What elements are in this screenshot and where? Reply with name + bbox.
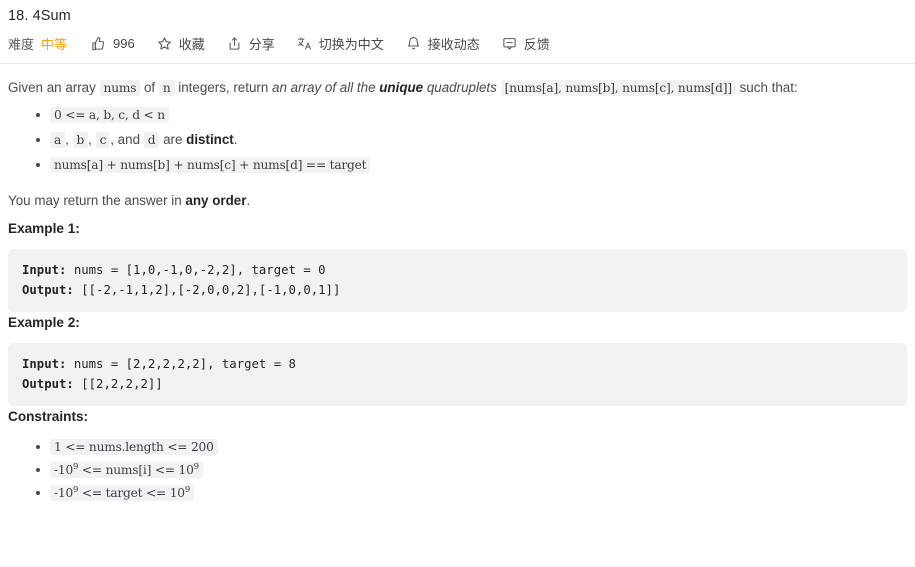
constraint-target-pre: -10 (54, 485, 74, 500)
sep-3: , and (110, 131, 144, 147)
list-item: -109 <= nums[i] <= 109 (36, 460, 907, 480)
desc-italic-1: an array of all the (272, 80, 380, 95)
example-2-output-value: [[2,2,2,2]] (73, 376, 163, 391)
sep-1: , (65, 131, 73, 147)
example-2-input-label: Input: (22, 356, 67, 371)
any-order-text-1: You may return the answer in (8, 192, 186, 208)
example-1-heading: Example 1: (8, 220, 80, 236)
any-order-text-2: . (246, 192, 251, 208)
translate-icon (297, 36, 312, 51)
bell-icon (406, 36, 421, 51)
condition-list: 0 <= a, b, c, d < n a, b, c, and d are d… (8, 105, 907, 175)
list-item: 1 <= nums.length <= 200 (36, 437, 907, 457)
example-1-input-label: Input: (22, 262, 67, 277)
thumbs-up-icon (91, 36, 106, 51)
condition-sum-code: nums[a] + nums[b] + nums[c] + nums[d] ==… (50, 156, 371, 173)
constraint-numsi-sup2: 9 (193, 461, 199, 472)
desc-text-2: of (140, 80, 159, 95)
translate-label: 切换为中文 (318, 37, 384, 52)
distinct-pre: are (159, 131, 187, 147)
constraints-list: 1 <= nums.length <= 200 -10 9 <= nums[i] … (8, 437, 907, 503)
desc-space-1 (497, 80, 501, 95)
problem-page: 18. 4Sum 难度 中等 996 收藏 分享 切换为中文 接收动态 反馈 G… (0, 0, 915, 503)
sep-2: , (88, 131, 96, 147)
constraint-target-sup2: 9 (184, 484, 191, 495)
distinct-post: . (233, 131, 238, 147)
constraint-target-mid: <= target <= 10 (78, 485, 185, 500)
like-button[interactable]: 996 (91, 36, 135, 51)
subscribe-label: 接收动态 (427, 37, 480, 52)
var-a-code: a (50, 131, 66, 148)
description-paragraph: Given an array nums of n integers, retur… (8, 78, 907, 99)
translate-button[interactable]: 切换为中文 (297, 34, 384, 53)
example-1-codeblock: Input: nums = [1,0,-1,0,-2,2], target = … (8, 248, 907, 312)
example-1-input-value: nums = [1,0,-1,0,-2,2], target = 0 (66, 262, 326, 277)
example-2-output-label: Output: (22, 376, 74, 391)
share-label: 分享 (248, 37, 275, 52)
constraint-numsi-code: -109 <= nums[i] <= 109 (50, 461, 203, 478)
constraint-target-code: -109 <= target <= 109 (50, 484, 195, 501)
inline-code-n: n (158, 80, 175, 96)
desc-bold-unique: unique (379, 80, 424, 95)
var-b-code: b (72, 131, 89, 148)
constraints-heading: Constraints: (8, 408, 89, 424)
example-1-output-label: Output: (22, 282, 74, 297)
list-item: 0 <= a, b, c, d < n (36, 105, 907, 125)
share-button[interactable]: 分享 (227, 34, 275, 53)
distinct-bold: distinct (186, 131, 234, 147)
condition-range-code: 0 <= a, b, c, d < n (50, 106, 169, 123)
like-count: 996 (113, 36, 135, 51)
constraint-length-code: 1 <= nums.length <= 200 (50, 438, 218, 455)
inline-code-quadruplet: [nums[a], nums[b], nums[c], nums[d]] (500, 80, 736, 96)
desc-text-1: Given an array (8, 80, 100, 95)
inline-code-nums: nums (99, 80, 141, 96)
var-c-code: c (95, 131, 111, 148)
favorite-button[interactable]: 收藏 (157, 34, 205, 53)
problem-content: Given an array nums of n integers, retur… (0, 64, 915, 503)
feedback-label: 反馈 (523, 37, 550, 52)
difficulty-badge: 难度 中等 (8, 34, 67, 53)
list-item: -109 <= target <= 109 (36, 483, 907, 503)
example-2-codeblock: Input: nums = [2,2,2,2,2], target = 8 Ou… (8, 342, 907, 406)
constraint-numsi-pre: -10 (54, 462, 74, 477)
list-item: nums[a] + nums[b] + nums[c] + nums[d] ==… (36, 155, 907, 175)
desc-italic-2: quadruplets (423, 80, 497, 95)
constraint-numsi-mid: <= nums[i] <= 10 (78, 462, 194, 477)
comment-icon (502, 36, 517, 51)
favorite-label: 收藏 (178, 37, 205, 52)
constraint-length-text: 1 <= nums.length <= 200 (54, 439, 214, 454)
difficulty-label: 难度 (8, 37, 35, 52)
var-d-code: d (143, 131, 160, 148)
example-1-output-value: [[-2,-1,1,2],[-2,0,0,2],[-1,0,0,1]] (73, 282, 341, 297)
list-item: a, b, c, and d are distinct. (36, 130, 907, 150)
any-order-bold: any order (185, 192, 247, 208)
desc-text-5: such that: (735, 80, 798, 95)
any-order-paragraph: You may return the answer in any order. (8, 191, 907, 212)
share-icon (227, 36, 242, 51)
subscribe-button[interactable]: 接收动态 (406, 34, 480, 53)
page-title: 18. 4Sum (8, 8, 71, 24)
star-icon (157, 36, 172, 51)
example-2-input-value: nums = [2,2,2,2,2], target = 8 (66, 356, 296, 371)
example-2-heading: Example 2: (8, 314, 80, 330)
difficulty-value: 中等 (41, 37, 68, 52)
feedback-button[interactable]: 反馈 (502, 34, 550, 53)
desc-text-3: integers, return (174, 80, 273, 95)
problem-toolbar: 难度 中等 996 收藏 分享 切换为中文 接收动态 反馈 (0, 26, 915, 63)
